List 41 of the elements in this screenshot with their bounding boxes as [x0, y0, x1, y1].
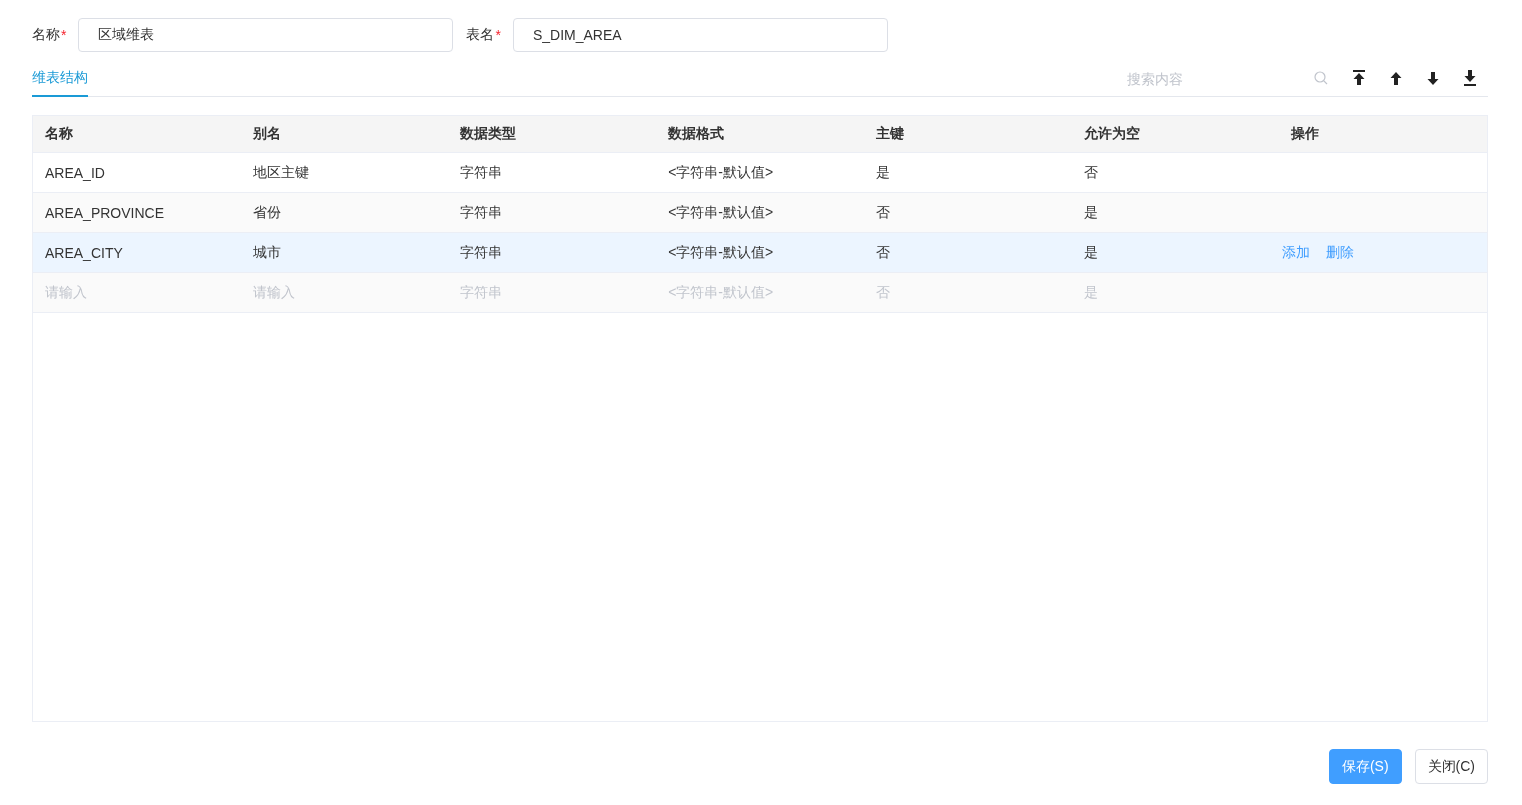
- input-field[interactable]: S_DIM_AREA: [512, 18, 888, 52]
- table-cell: <字符串-默认值>: [668, 203, 774, 220]
- table-cell: 城市: [252, 243, 281, 260]
- table-cell: 否: [875, 203, 890, 220]
- table-cell: 字符串: [460, 243, 503, 260]
- move-to-bottom-icon[interactable]: [1464, 70, 1476, 86]
- close-button[interactable]: 关闭(C): [1414, 749, 1488, 784]
- table-cell: 请输入: [252, 283, 295, 300]
- column-header: 操作: [1291, 125, 1320, 141]
- required-mark: *: [61, 27, 67, 43]
- table-cell: AREA_ID: [45, 164, 105, 181]
- table-cell: AREA_CITY: [45, 244, 123, 261]
- column-header: 主键: [875, 125, 904, 141]
- field-label: 名称: [32, 26, 60, 44]
- move-to-top-icon[interactable]: [1353, 70, 1365, 86]
- arrow-down-icon[interactable]: [1427, 71, 1439, 85]
- table-cell: 是: [1083, 243, 1098, 260]
- required-mark: *: [495, 27, 501, 43]
- arrow-up-icon[interactable]: [1390, 71, 1402, 85]
- table-cell: 否: [1083, 163, 1098, 180]
- table-cell: 否: [875, 243, 890, 260]
- table-cell: <字符串-默认值>: [668, 243, 774, 260]
- table-cell: 省份: [252, 203, 281, 220]
- field-label: 表名: [466, 26, 495, 44]
- table-cell: 地区主键: [252, 163, 309, 180]
- table-cell: <字符串-默认值>: [668, 163, 774, 180]
- table-cell: 字符串: [460, 163, 503, 180]
- table-cell: 是: [875, 163, 890, 180]
- table-cell: 请输入: [45, 283, 87, 300]
- column-header: 名称: [45, 125, 73, 141]
- table-cell: 字符串: [460, 203, 503, 220]
- table-cell: 是: [1083, 203, 1098, 220]
- table-cell: AREA_PROVINCE: [45, 204, 165, 221]
- column-header: 数据格式: [668, 125, 725, 141]
- table-cell: 否: [875, 283, 890, 300]
- table-cell: 是: [1083, 283, 1098, 300]
- column-header: 别名: [252, 125, 281, 141]
- input-field[interactable]: 区域维表: [78, 18, 454, 52]
- column-header: 允许为空: [1083, 125, 1140, 141]
- column-header: 数据类型: [460, 125, 517, 141]
- table-row[interactable]: AREA_PROVINCE 省份 字符串 <字符串-默认值> 否 是: [33, 193, 1487, 233]
